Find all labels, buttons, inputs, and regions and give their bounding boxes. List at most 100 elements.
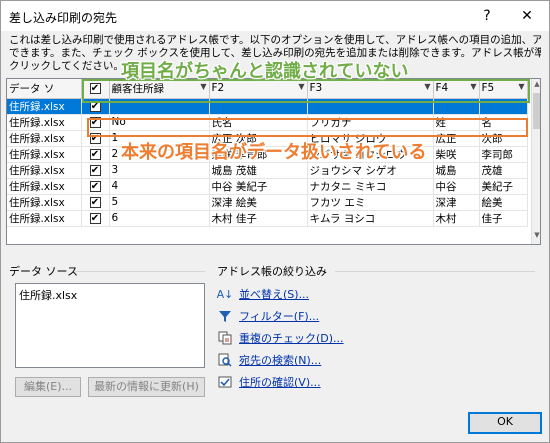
description-line: これは差し込み印刷で使用されるアドレス帳です。以下のオプションを使用して、アドレ… <box>9 34 541 46</box>
table-row[interactable]: 住所録.xlsx ✔ 3 城島 茂雄 ジョウシマ シゲオ 城島 茂雄 <box>7 162 528 179</box>
chevron-down-icon[interactable]: ▼ <box>424 82 430 91</box>
table-cell: 城島 茂雄 <box>209 162 308 179</box>
filter-link-label[interactable]: フィルター(F)... <box>239 308 319 324</box>
cell-checkbox: ✔ <box>81 162 110 179</box>
data-source-list[interactable]: 住所録.xlsx <box>15 283 205 368</box>
row-checkbox[interactable]: ✔ <box>89 165 101 176</box>
vertical-scrollbar[interactable]: ▲ ▼ <box>531 79 540 244</box>
scrollbar-thumb[interactable] <box>533 93 540 129</box>
table-cell: 6 <box>109 210 210 227</box>
table-cell: 3 <box>109 162 210 179</box>
row-checkbox[interactable]: ✔ <box>89 101 101 112</box>
table-row[interactable]: 住所録.xlsx ✔ 4 中谷 美紀子 ナカタニ ミキコ 中谷 美紀子 <box>7 178 528 195</box>
table-cell: フリガナ <box>307 114 434 131</box>
refresh-button[interactable]: 最新の情報に更新(H) <box>88 377 205 397</box>
row-checkbox[interactable]: ✔ <box>89 149 101 160</box>
table-cell <box>109 98 210 115</box>
close-button[interactable]: ✕ <box>517 7 537 25</box>
validate-addresses-link-label[interactable]: 住所の確認(V)... <box>239 374 321 390</box>
row-checkbox[interactable]: ✔ <box>89 133 101 144</box>
filter-link[interactable]: フィルター(F)... <box>217 307 319 325</box>
divider <box>335 271 535 272</box>
scroll-up-icon[interactable]: ▲ <box>532 80 540 92</box>
title-bar: 差し込み印刷の宛先 ? ✕ <box>1 1 549 31</box>
validate-address-icon <box>217 374 233 390</box>
sort-icon: A↓ <box>216 287 234 301</box>
sort-link-label[interactable]: 並べ替え(S)... <box>239 286 309 302</box>
cell-checkbox: ✔ <box>81 178 110 195</box>
table-cell: 絵美 <box>479 194 528 211</box>
mail-merge-recipients-dialog: 差し込み印刷の宛先 ? ✕ これは差し込み印刷で使用されるアドレス帳です。以下の… <box>0 0 550 443</box>
table-cell: 広正 <box>433 130 480 147</box>
table-cell: 木村 佳子 <box>209 210 308 227</box>
select-all-checkbox[interactable]: ✔ <box>89 83 101 95</box>
row-checkbox[interactable]: ✔ <box>89 117 101 128</box>
dialog-title: 差し込み印刷の宛先 <box>9 11 118 25</box>
table-cell: 姓 <box>433 114 480 131</box>
ok-button[interactable]: OK <box>468 412 542 434</box>
find-recipient-link-label[interactable]: 宛先の検索(N)... <box>239 352 321 368</box>
find-recipient-icon <box>217 352 233 368</box>
column-header-f5[interactable]: F5 ▼ <box>479 79 528 99</box>
table-cell <box>307 98 434 115</box>
table-row[interactable]: 住所録.xlsx ✔ <box>7 98 528 115</box>
table-cell: 5 <box>109 194 210 211</box>
chevron-down-icon[interactable]: ▼ <box>200 82 206 91</box>
edit-button[interactable]: 編集(E)... <box>15 377 81 397</box>
row-checkbox[interactable]: ✔ <box>89 181 101 192</box>
filter-icon <box>217 308 233 324</box>
cell-checkbox: ✔ <box>81 114 110 131</box>
help-button[interactable]: ? <box>477 7 497 25</box>
table-cell: 美紀子 <box>479 178 528 195</box>
table-cell: ナカタニ ミキコ <box>307 178 434 195</box>
column-header-label: F3 <box>309 82 323 95</box>
chevron-down-icon[interactable]: ▼ <box>518 82 524 91</box>
row-checkbox[interactable]: ✔ <box>89 197 101 208</box>
table-cell: 城島 <box>433 162 480 179</box>
data-source-label: データ ソース <box>9 265 78 278</box>
table-cell: 名 <box>479 114 528 131</box>
data-source-item[interactable]: 住所録.xlsx <box>19 287 201 303</box>
column-header-checkbox[interactable]: ✔ <box>81 79 110 99</box>
find-recipient-link[interactable]: 宛先の検索(N)... <box>217 351 321 369</box>
table-cell: 深津 <box>433 194 480 211</box>
cell-checkbox: ✔ <box>81 130 110 147</box>
column-header-label: F5 <box>481 82 495 95</box>
cell-checkbox: ✔ <box>81 98 110 115</box>
find-duplicates-link-label[interactable]: 重複のチェック(D)... <box>239 330 344 346</box>
sort-link[interactable]: A↓ 並べ替え(S)... <box>217 285 309 303</box>
table-cell: 佳子 <box>479 210 528 227</box>
column-header-f4[interactable]: F4 ▼ <box>433 79 480 99</box>
divider <box>75 271 205 272</box>
annotation-text-top: 項目名がちゃんと認識されていない <box>121 61 409 82</box>
scroll-down-icon[interactable]: ▼ <box>532 231 540 243</box>
cell-checkbox: ✔ <box>81 210 110 227</box>
row-checkbox[interactable]: ✔ <box>89 213 101 224</box>
column-header-label: 顧客住所録 <box>111 82 165 95</box>
annotation-text-middle: 本来の項目名がデータ扱いされている <box>121 142 427 163</box>
table-cell: キムラ ヨシコ <box>307 210 434 227</box>
table-cell: ジョウシマ シゲオ <box>307 162 434 179</box>
column-header-label: データ ソ <box>9 82 55 95</box>
refine-recipients-label: アドレス帳の絞り込み <box>217 265 327 278</box>
chevron-down-icon[interactable]: ▼ <box>298 82 304 91</box>
table-cell: 深津 絵美 <box>209 194 308 211</box>
column-header-label: F4 <box>435 82 449 95</box>
column-header-label: F2 <box>211 82 225 95</box>
chevron-down-icon[interactable]: ▼ <box>470 82 476 91</box>
table-cell: 中谷 美紀子 <box>209 178 308 195</box>
table-row[interactable]: 住所録.xlsx ✔ 5 深津 絵美 フカツ エミ 深津 絵美 <box>7 194 528 211</box>
table-cell: 茂雄 <box>479 162 528 179</box>
table-cell: 4 <box>109 178 210 195</box>
validate-addresses-link[interactable]: 住所の確認(V)... <box>217 373 321 391</box>
table-cell: No <box>109 114 210 131</box>
column-header-source[interactable]: データ ソ <box>7 79 82 99</box>
table-cell: フカツ エミ <box>307 194 434 211</box>
cell-checkbox: ✔ <box>81 194 110 211</box>
cell-data-source: 住所録.xlsx <box>7 178 82 195</box>
duplicate-icon <box>217 330 233 346</box>
table-row[interactable]: 住所録.xlsx ✔ No 氏名 フリガナ姓名 <box>7 114 528 131</box>
find-duplicates-link[interactable]: 重複のチェック(D)... <box>217 329 344 347</box>
cell-data-source: 住所録.xlsx <box>7 130 82 147</box>
table-row[interactable]: 住所録.xlsx ✔ 6 木村 佳子 キムラ ヨシコ 木村 佳子 <box>7 210 528 227</box>
